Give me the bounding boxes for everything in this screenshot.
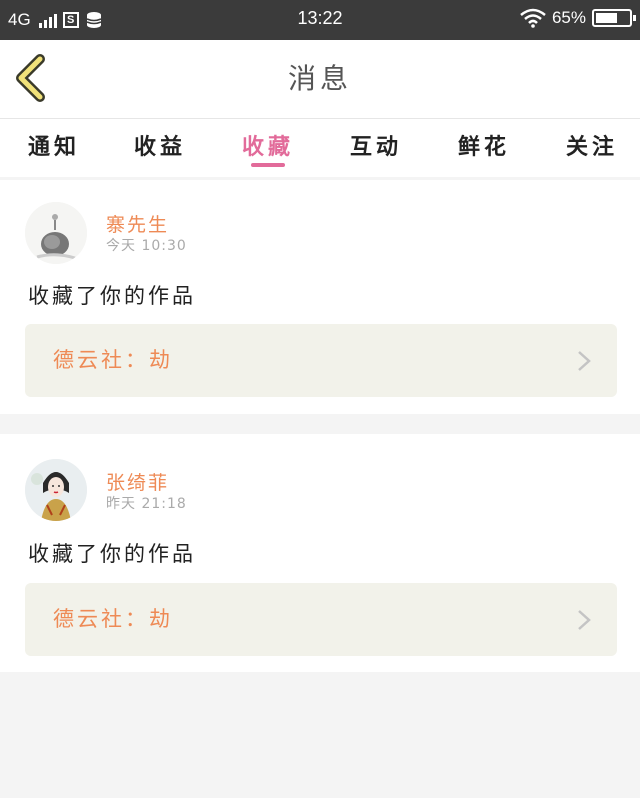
battery-icon <box>592 9 636 27</box>
avatar[interactable] <box>25 459 87 521</box>
tab-flowers[interactable]: 鲜花 <box>430 119 538 177</box>
chevron-right-icon <box>578 610 591 630</box>
tab-following[interactable]: 关注 <box>538 119 640 177</box>
page-title: 消息 <box>287 62 352 95</box>
work-link[interactable]: 德云社：劫 <box>25 583 617 656</box>
tab-interactions[interactable]: 互动 <box>322 119 430 177</box>
message-card: 寨先生 今天 10:30 收藏了你的作品 德云社：劫 <box>0 180 640 414</box>
tab-label: 互动 <box>349 135 402 160</box>
active-tab-indicator <box>251 163 285 167</box>
ink-painting-avatar-icon <box>25 202 87 264</box>
app-header: 消息 <box>0 40 640 119</box>
tab-label: 通知 <box>27 135 80 160</box>
message-time: 昨天 21:18 <box>106 496 187 512</box>
status-bar: 4G S 13:22 65% <box>0 0 640 40</box>
chevron-right-icon <box>578 351 591 371</box>
status-right: 65% <box>520 0 636 36</box>
tab-bar: 通知 收益 收藏 互动 鲜花 关注 <box>0 119 640 177</box>
illustrated-woman-avatar-icon <box>25 459 87 521</box>
avatar[interactable] <box>25 202 87 264</box>
message-card: 张绮菲 昨天 21:18 收藏了你的作品 德云社：劫 <box>0 434 640 672</box>
tab-notifications[interactable]: 通知 <box>0 119 108 177</box>
tab-label: 鲜花 <box>457 135 510 160</box>
tab-earnings[interactable]: 收益 <box>106 119 214 177</box>
user-name[interactable]: 寨先生 <box>106 210 169 237</box>
wifi-icon <box>520 8 546 28</box>
message-text: 收藏了你的作品 <box>28 542 196 566</box>
user-name[interactable]: 张绮菲 <box>106 468 169 495</box>
message-time: 今天 10:30 <box>106 238 187 254</box>
tab-favorites[interactable]: 收藏 <box>214 119 322 177</box>
work-title: 德云社：劫 <box>53 607 173 631</box>
tab-label: 收藏 <box>241 135 294 160</box>
tab-label: 收益 <box>133 135 186 160</box>
battery-percent: 65% <box>551 8 586 27</box>
message-text: 收藏了你的作品 <box>28 284 196 308</box>
work-link[interactable]: 德云社：劫 <box>25 324 617 397</box>
work-title: 德云社：劫 <box>53 348 173 372</box>
tab-label: 关注 <box>565 135 618 160</box>
